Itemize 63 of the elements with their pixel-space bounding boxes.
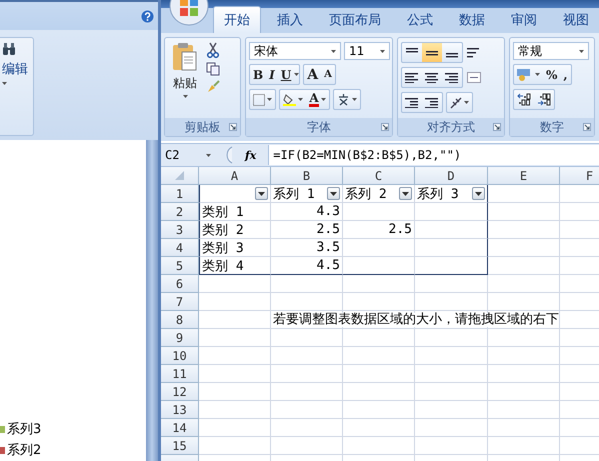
formula-field[interactable]: =IF(B2=MIN(B$2:B$5),B2,"") — [268, 145, 599, 165]
table-cell: 2.5 — [271, 221, 343, 239]
group-label: 编辑 — [2, 61, 28, 78]
insert-function-button[interactable]: fx — [237, 148, 264, 162]
table-cell: 类别 1 — [199, 203, 271, 221]
grow-font-button[interactable]: A — [304, 65, 322, 84]
legend-label: 系列2 — [7, 442, 42, 459]
row-header[interactable]: 15 — [161, 437, 199, 455]
style-button[interactable]: B — [250, 65, 266, 84]
row-header[interactable]: 7 — [161, 293, 199, 311]
row-header[interactable]: 8 — [161, 311, 199, 329]
group-label: 剪贴板 — [184, 118, 220, 136]
column-header[interactable]: D — [415, 167, 488, 185]
column-header[interactable]: A — [199, 167, 271, 185]
ribbon-tab[interactable]: 插入 — [267, 7, 313, 33]
cell-text: 若要调整图表数据区域的大小，请拖拽区域的右下 — [273, 312, 559, 326]
paste-button[interactable]: 粘贴 — [168, 42, 202, 118]
table-cell: 类别 3 — [199, 239, 271, 257]
row-header[interactable]: 14 — [161, 419, 199, 437]
group-label: 对齐方式 — [427, 118, 475, 136]
row-header[interactable]: 12 — [161, 383, 199, 401]
font-name-field[interactable]: 宋体 — [249, 42, 341, 60]
row-header[interactable]: 4 — [161, 239, 199, 257]
name-box[interactable]: C2 — [161, 148, 215, 162]
column-header[interactable]: C — [343, 167, 415, 185]
percent-button[interactable]: % — [543, 65, 560, 84]
table-cell: 3.5 — [271, 239, 343, 257]
font-color-button[interactable]: A — [306, 90, 329, 109]
number-format-field[interactable]: 常规 — [513, 42, 589, 60]
ribbon-tab[interactable]: 审阅 — [501, 7, 547, 33]
ribbon-tab[interactable]: 公式 — [397, 7, 443, 33]
row-header[interactable]: 11 — [161, 365, 199, 383]
row-header[interactable]: 6 — [161, 275, 199, 293]
table-cell: 类别 4 — [199, 257, 271, 275]
table-cell: 2.5 — [343, 221, 415, 239]
shrink-font-button[interactable]: A — [321, 65, 335, 84]
comma-button[interactable]: , — [560, 65, 571, 84]
column-header[interactable]: F — [560, 167, 599, 185]
table-cell: 4.5 — [271, 257, 343, 275]
legend-label: 系列3 — [7, 421, 42, 438]
cell-text: 系列 1 — [273, 186, 315, 202]
row-header[interactable]: 9 — [161, 329, 199, 347]
ribbon-tab[interactable]: 开始 — [213, 6, 261, 33]
style-button[interactable]: I — [266, 65, 278, 84]
table-cell: 类别 2 — [199, 221, 271, 239]
row-header[interactable]: 2 — [161, 203, 199, 221]
group-label: 数字 — [540, 118, 564, 136]
ribbon-tab[interactable]: 视图 — [553, 7, 599, 33]
cell-text: 系列 3 — [417, 186, 459, 202]
group-label: 字体 — [307, 118, 331, 136]
ribbon-tab[interactable]: 数据 — [449, 7, 495, 33]
row-header[interactable]: 5 — [161, 257, 199, 275]
font-size-field[interactable]: 11 — [344, 42, 390, 60]
row-header[interactable]: 13 — [161, 401, 199, 419]
cell-text: 系列 2 — [345, 186, 387, 202]
row-header[interactable]: 10 — [161, 347, 199, 365]
row-header[interactable]: 1 — [161, 185, 199, 203]
row-header[interactable]: 3 — [161, 221, 199, 239]
ribbon-tab[interactable]: 页面布局 — [319, 7, 391, 33]
style-button[interactable]: U — [278, 65, 294, 84]
column-header[interactable]: B — [271, 167, 343, 185]
table-cell: 4.3 — [271, 203, 343, 221]
column-header[interactable]: E — [488, 167, 560, 185]
